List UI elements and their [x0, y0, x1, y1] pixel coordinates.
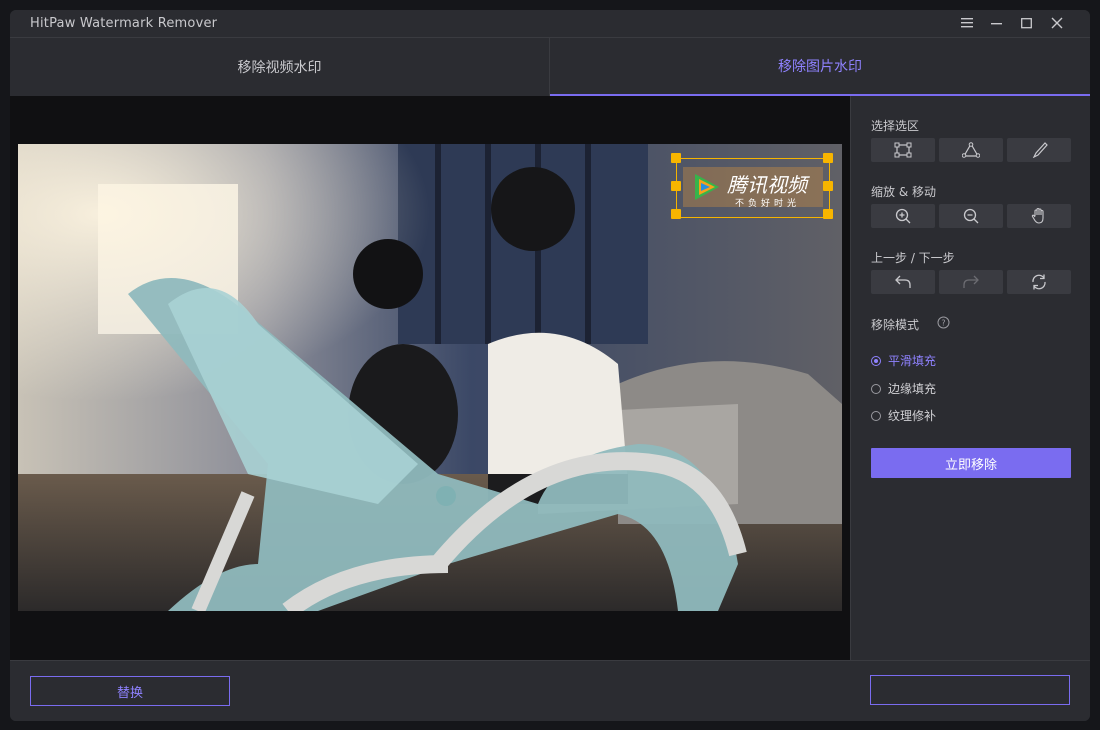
maximize-icon[interactable]: [1017, 14, 1037, 32]
remove-now-button[interactable]: 立即移除: [871, 448, 1071, 478]
remove-mode-label: 移除模式: [871, 318, 920, 332]
select-area-label: 选择选区: [871, 119, 920, 133]
image-canvas[interactable]: 腾讯视频 不负好时光: [10, 96, 850, 660]
watermark-selection[interactable]: 腾讯视频 不负好时光: [671, 153, 833, 219]
zoom-out-icon: [963, 208, 979, 224]
rectangle-select-button[interactable]: [871, 138, 935, 162]
zoom-move-label: 缩放 & 移动: [871, 185, 936, 199]
mode-texture-repair-label: 纹理修补: [888, 409, 937, 423]
resize-handle[interactable]: [823, 153, 833, 163]
radio-unselected: [871, 410, 881, 421]
footer-bar: 替换: [10, 660, 1090, 721]
polygon-select-button[interactable]: [939, 138, 1003, 162]
tab-video-watermark[interactable]: 移除视频水印: [10, 38, 550, 96]
hand-pan-button[interactable]: [1007, 204, 1071, 228]
hand-pan-icon: [1031, 207, 1044, 224]
mode-smooth-fill-label: 平滑填充: [888, 354, 937, 368]
zoom-in-button[interactable]: [871, 204, 935, 228]
polygon-select-icon: [962, 142, 980, 158]
preview-image[interactable]: 腾讯视频 不负好时光: [18, 144, 842, 611]
resize-handle[interactable]: [823, 181, 833, 191]
redo-button[interactable]: [939, 270, 1003, 294]
reset-icon: [1032, 274, 1046, 290]
menu-icon[interactable]: [957, 14, 977, 32]
zoom-out-button[interactable]: [939, 204, 1003, 228]
title-bar: HitPaw Watermark Remover: [10, 10, 1090, 37]
brush-select-icon: [1032, 142, 1048, 158]
tools-panel: 选择选区 缩放 & 移动 上一步 / 下一步 移除模式 ? 平滑填充 边缘填充 …: [850, 96, 1090, 660]
reset-button[interactable]: [1007, 270, 1071, 294]
mode-edge-fill[interactable]: 边缘填充: [871, 380, 936, 397]
tencent-video-logo-icon: [695, 174, 719, 200]
replace-button[interactable]: 替换: [30, 676, 230, 706]
undo-button[interactable]: [871, 270, 935, 294]
help-icon[interactable]: ?: [937, 316, 950, 329]
undo-icon: [895, 275, 911, 288]
zoom-in-icon: [895, 208, 911, 224]
resize-handle[interactable]: [823, 209, 833, 219]
tab-image-watermark[interactable]: 移除图片水印: [550, 38, 1090, 96]
mode-edge-fill-label: 边缘填充: [888, 382, 937, 396]
watermark-tagline: 不负好时光: [735, 199, 801, 209]
radio-unselected: [871, 383, 881, 394]
export-button[interactable]: [870, 675, 1070, 705]
resize-handle[interactable]: [671, 209, 681, 219]
brush-select-button[interactable]: [1007, 138, 1071, 162]
svg-text:?: ?: [941, 319, 945, 328]
watermark-title: 腾讯视频: [727, 173, 807, 197]
mode-texture-repair[interactable]: 纹理修补: [871, 407, 936, 424]
resize-handle[interactable]: [671, 153, 681, 163]
close-icon[interactable]: [1047, 14, 1067, 32]
mode-smooth-fill[interactable]: 平滑填充: [871, 352, 936, 369]
mode-tabs: 移除视频水印 移除图片水印: [10, 37, 1090, 97]
app-title: HitPaw Watermark Remover: [30, 16, 218, 31]
app-window: HitPaw Watermark Remover 移除视频水印 移除图片水印 腾…: [10, 10, 1090, 721]
minimize-icon[interactable]: [987, 14, 1007, 32]
redo-icon: [963, 275, 979, 288]
undo-redo-label: 上一步 / 下一步: [871, 251, 955, 265]
resize-handle[interactable]: [671, 181, 681, 191]
rectangle-select-icon: [894, 142, 912, 158]
radio-selected: [871, 355, 881, 366]
